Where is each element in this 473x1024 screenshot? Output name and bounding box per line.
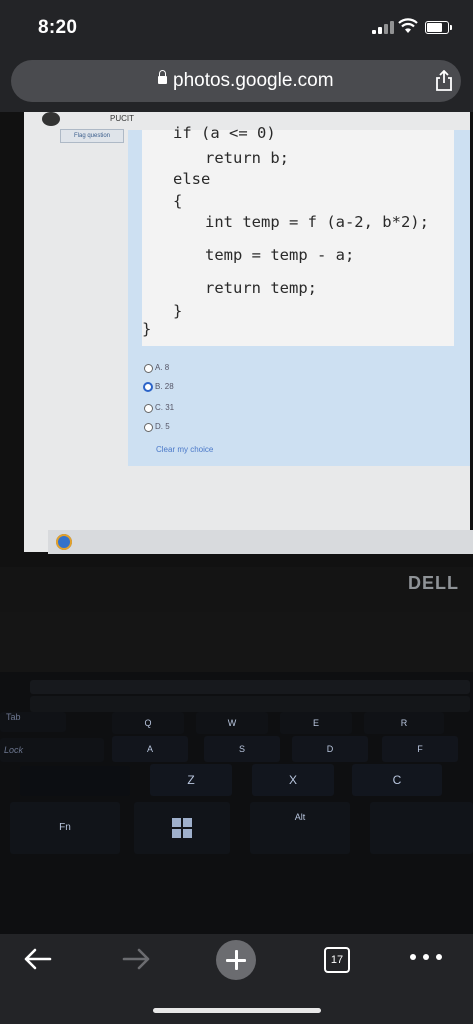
radio-button[interactable] [144,364,153,373]
e-key: E [280,712,352,734]
back-arrow-icon[interactable] [22,947,54,971]
signal-icon [372,20,394,34]
code-line: int temp = f (a-2, b*2); [205,213,429,231]
code-box: if (a <= 0) return b; else { int temp = … [142,124,454,346]
x-key: X [252,764,334,796]
d-key: D [292,736,368,762]
r-key: R [364,712,444,734]
code-line: return temp; [205,279,317,297]
status-bar: 8:20 [0,0,473,56]
home-indicator [153,1008,321,1013]
radio-button[interactable] [144,423,153,432]
s-key: S [204,736,280,762]
address-bar[interactable]: photos.google.com [11,60,461,102]
more-icon[interactable] [410,954,446,964]
browser-taskbar-icon [56,534,72,550]
clear-choice-link[interactable]: Clear my choice [156,445,213,454]
code-line: } [173,302,183,320]
number-key-row [30,696,470,712]
space-key [370,802,473,854]
photo-view[interactable]: PUCIT Flag question if (a <= 0) return b… [0,112,473,934]
forward-arrow-icon[interactable] [120,947,152,971]
laptop-screen-bezel: PUCIT Flag question if (a <= 0) return b… [0,112,473,567]
q-key: Q [112,712,184,734]
org-label: PUCIT [110,114,134,123]
option-label: B. 28 [155,382,174,391]
windows-logo-icon [172,818,192,838]
code-line: else [173,170,211,188]
function-key-row [30,680,470,694]
address-bar-area: photos.google.com [0,56,473,112]
status-time: 8:20 [38,17,78,38]
radio-button[interactable] [144,404,153,413]
quiz-header: PUCIT Flag question [32,112,142,143]
z-key: Z [150,764,232,796]
tabs-icon[interactable]: 17 [324,947,350,973]
code-line: return b; [205,149,289,167]
plus-icon[interactable] [216,940,256,980]
laptop-screen: PUCIT Flag question if (a <= 0) return b… [24,112,473,554]
windows-key [134,802,230,854]
radio-button-selected[interactable] [143,382,153,392]
option-label: C. 31 [155,403,175,412]
url-text[interactable]: photos.google.com [173,70,334,92]
windows-taskbar [48,530,473,554]
share-icon[interactable] [434,70,454,92]
dell-logo: DELL [408,573,459,593]
alt-key: Alt [250,802,350,854]
lock-icon [158,70,167,84]
option-label: D. 5 [155,422,170,431]
a-key: A [112,736,188,762]
c-key: C [352,764,442,796]
university-logo [42,112,60,126]
code-line: if (a <= 0) [173,124,276,142]
code-line: } [142,320,152,338]
caps-lock-key: Lock [0,738,104,762]
fn-key: Fn [10,802,120,854]
option-label: A. 8 [155,363,170,372]
w-key: W [196,712,268,734]
f-key: F [382,736,458,762]
code-line: temp = temp - a; [205,246,355,264]
wifi-icon [398,18,418,33]
code-line: { [173,192,183,210]
flag-question-button[interactable]: Flag question [60,129,124,143]
battery-icon [425,21,452,34]
tab-key: Tab [0,712,66,732]
shift-key [20,766,130,796]
